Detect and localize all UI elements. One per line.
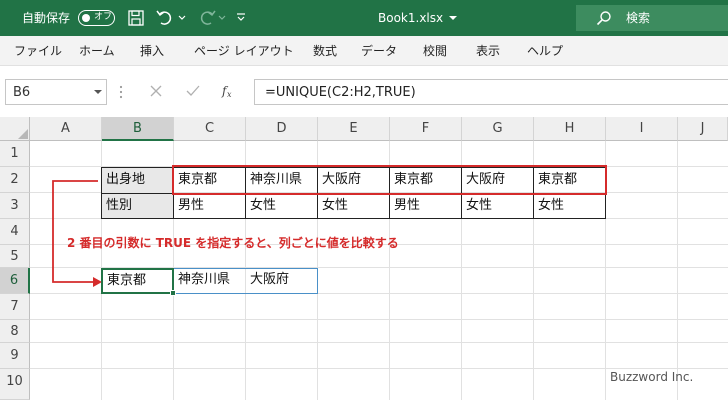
column-header-a[interactable]: A xyxy=(30,117,102,141)
name-box-value: B6 xyxy=(13,85,31,100)
tab-insert[interactable]: 挿入 xyxy=(140,43,164,59)
cell-c3[interactable]: 男性 xyxy=(173,193,246,219)
search-box[interactable]: 検索 xyxy=(576,5,728,31)
tab-file[interactable]: ファイル xyxy=(14,43,62,59)
row-header-6[interactable]: 6 xyxy=(0,268,30,294)
gridline xyxy=(677,141,678,400)
highlight-box xyxy=(172,165,607,195)
enter-check-icon[interactable] xyxy=(186,85,200,97)
annotation-text: 2 番目の引数に TRUE を指定すると、列ごとに値を比較する xyxy=(67,236,399,250)
row-header-8[interactable]: 8 xyxy=(0,320,30,343)
title-bar: 自動保存 オフ Book1.xlsx 検索 xyxy=(0,0,728,36)
tab-data[interactable]: データ xyxy=(361,43,397,59)
tab-view[interactable]: 表示 xyxy=(476,43,500,59)
cell-e3[interactable]: 女性 xyxy=(317,193,390,219)
cell-g3[interactable]: 女性 xyxy=(461,193,534,219)
row-header-2[interactable]: 2 xyxy=(0,167,30,193)
column-header-g[interactable]: G xyxy=(462,117,534,141)
arrow-connector-icon xyxy=(52,180,102,287)
tab-page-layout[interactable]: ページ レイアウト xyxy=(194,43,294,59)
svg-text:x: x xyxy=(227,90,232,99)
name-box-dropdown-icon[interactable] xyxy=(94,90,102,95)
cell-b2[interactable]: 出身地 xyxy=(101,167,174,194)
cell-h3[interactable]: 女性 xyxy=(533,193,606,219)
column-header-f[interactable]: F xyxy=(390,117,462,141)
gridline xyxy=(30,342,728,343)
column-header-e[interactable]: E xyxy=(318,117,390,141)
tab-formulas[interactable]: 数式 xyxy=(313,43,337,59)
select-all-corner[interactable] xyxy=(0,117,30,141)
formula-bar-grip-icon xyxy=(119,85,123,99)
cancel-icon[interactable] xyxy=(150,85,162,97)
formula-text: =UNIQUE(C2:H2,TRUE) xyxy=(265,85,416,100)
redo-icon[interactable] xyxy=(196,9,216,27)
cell-f3[interactable]: 男性 xyxy=(389,193,462,219)
tab-help[interactable]: ヘルプ xyxy=(527,43,563,59)
row-header-10[interactable]: 10 xyxy=(0,369,30,400)
redo-dropdown-icon[interactable] xyxy=(218,15,226,21)
tab-home[interactable]: ホーム xyxy=(79,43,115,59)
cell-d6[interactable]: 大阪府 xyxy=(246,268,318,294)
ribbon-tabs: ファイル ホーム 挿入 ページ レイアウト 数式 データ 校閲 表示 ヘルプ xyxy=(0,36,728,66)
row-header-5[interactable]: 5 xyxy=(0,245,30,268)
file-name[interactable]: Book1.xlsx xyxy=(378,11,443,25)
cell-c6[interactable]: 神奈川県 xyxy=(174,268,246,294)
autosave-toggle[interactable]: オフ xyxy=(78,10,115,26)
column-header-b[interactable]: B xyxy=(102,117,174,141)
row-header-1[interactable]: 1 xyxy=(0,141,30,167)
row-header-9[interactable]: 9 xyxy=(0,343,30,369)
column-header-c[interactable]: C xyxy=(174,117,246,141)
row-header-4[interactable]: 4 xyxy=(0,219,30,245)
tab-review[interactable]: 校閲 xyxy=(423,43,447,59)
gridline xyxy=(30,368,728,369)
formula-input[interactable]: =UNIQUE(C2:H2,TRUE) xyxy=(254,79,728,105)
autosave-label: 自動保存 xyxy=(22,11,71,25)
search-icon xyxy=(596,11,611,26)
column-header-j[interactable]: J xyxy=(678,117,728,141)
cell-b6-active[interactable]: 東京都 xyxy=(101,268,174,294)
watermark: Buzzword Inc. xyxy=(610,370,694,384)
column-header-d[interactable]: D xyxy=(246,117,318,141)
undo-dropdown-icon[interactable] xyxy=(178,15,186,21)
toggle-knob-icon xyxy=(82,13,90,22)
column-header-h[interactable]: H xyxy=(534,117,606,141)
insert-function-icon[interactable]: f x xyxy=(220,82,236,100)
customize-toolbar-icon[interactable] xyxy=(236,12,246,22)
column-header-i[interactable]: I xyxy=(606,117,678,141)
gridline xyxy=(30,319,728,320)
filename-chevron-down-icon[interactable] xyxy=(449,16,457,21)
row-header-3[interactable]: 3 xyxy=(0,193,30,219)
undo-icon[interactable] xyxy=(156,9,176,27)
select-all-triangle-icon xyxy=(18,129,28,139)
search-label: 検索 xyxy=(626,11,651,25)
row-header-7[interactable]: 7 xyxy=(0,294,30,320)
cell-b3[interactable]: 性別 xyxy=(101,193,174,219)
name-box[interactable]: B6 xyxy=(5,79,107,105)
save-icon[interactable] xyxy=(128,10,144,26)
autosave-state: オフ xyxy=(94,12,113,22)
cell-d3[interactable]: 女性 xyxy=(245,193,318,219)
